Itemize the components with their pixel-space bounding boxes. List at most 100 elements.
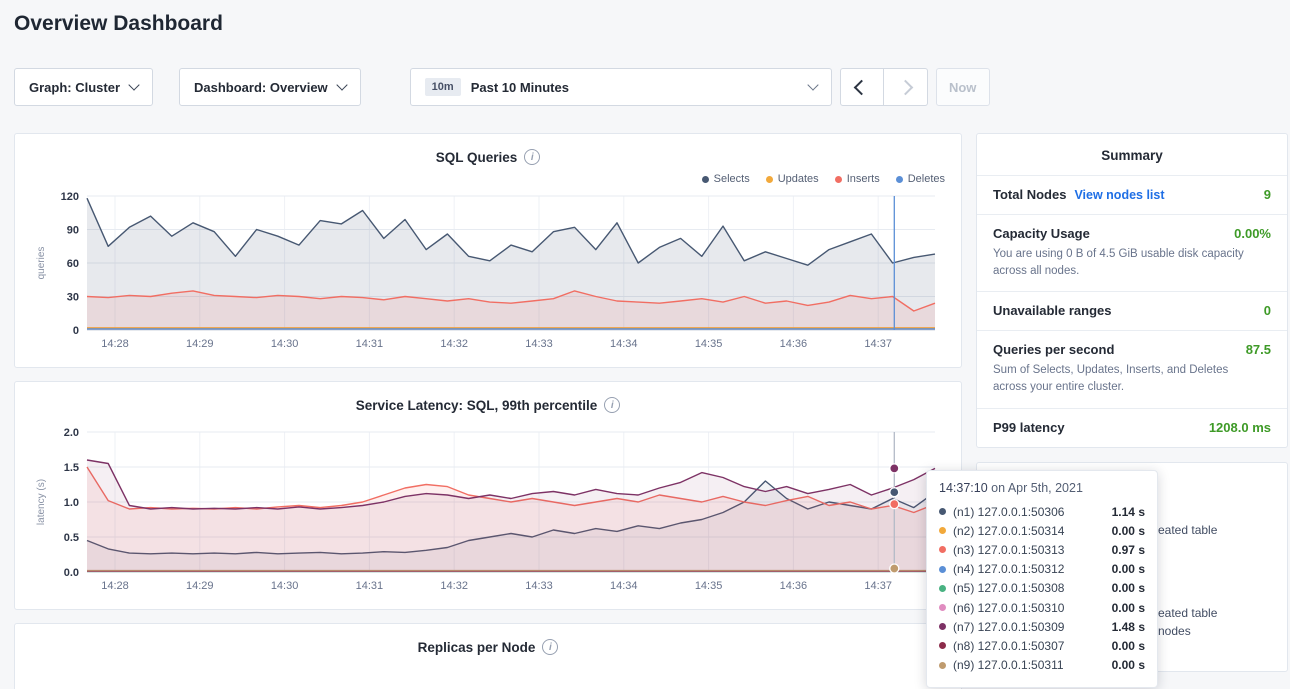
summary-value: 87.5 bbox=[1246, 342, 1271, 357]
node-color-dot bbox=[939, 546, 946, 553]
time-range-dropdown[interactable]: 10m Past 10 Minutes bbox=[410, 68, 832, 106]
sql-queries-chart[interactable]: 14:2814:2914:3014:3114:3214:3314:3414:35… bbox=[31, 188, 947, 354]
svg-text:14:35: 14:35 bbox=[695, 580, 723, 592]
svg-text:120: 120 bbox=[61, 191, 79, 203]
node-value: 1.14 s bbox=[1112, 505, 1145, 519]
event-item[interactable]: nodes bbox=[1158, 624, 1191, 638]
chart-header: SQL Queries bbox=[31, 146, 945, 168]
tooltip-row: (n9) 127.0.0.1:503110.00 s bbox=[939, 656, 1145, 675]
tooltip-timestamp: 14:37:10 on Apr 5th, 2021 bbox=[939, 481, 1145, 495]
node-color-dot bbox=[939, 527, 946, 534]
node-label: (n3) 127.0.0.1:50313 bbox=[953, 543, 1105, 557]
tooltip-time: 14:37:10 bbox=[939, 481, 988, 495]
legend-item-deletes[interactable]: Deletes bbox=[896, 173, 945, 185]
arrow-left-icon bbox=[854, 79, 870, 95]
series-dot bbox=[896, 176, 903, 183]
node-value: 0.00 s bbox=[1112, 562, 1145, 576]
node-value: 1.48 s bbox=[1112, 620, 1145, 634]
node-label: (n4) 127.0.0.1:50312 bbox=[953, 562, 1105, 576]
svg-text:14:36: 14:36 bbox=[780, 580, 808, 592]
svg-text:14:28: 14:28 bbox=[101, 338, 129, 350]
chevron-down-icon bbox=[807, 79, 818, 90]
legend-item-selects[interactable]: Selects bbox=[702, 173, 750, 185]
chart-title: SQL Queries bbox=[436, 150, 518, 165]
chart-legend: Selects Updates Inserts Deletes bbox=[31, 170, 945, 188]
legend-label: Selects bbox=[714, 173, 750, 185]
svg-text:14:31: 14:31 bbox=[356, 338, 384, 350]
toolbar: Graph: Cluster Dashboard: Overview 10m P… bbox=[14, 68, 990, 106]
node-value: 0.00 s bbox=[1112, 524, 1145, 538]
legend-label: Inserts bbox=[847, 173, 880, 185]
tooltip-row: (n1) 127.0.0.1:503061.14 s bbox=[939, 502, 1145, 521]
chevron-down-icon bbox=[336, 79, 347, 90]
tooltip-row: (n5) 127.0.0.1:503080.00 s bbox=[939, 579, 1145, 598]
tooltip-row: (n8) 127.0.0.1:503070.00 s bbox=[939, 636, 1145, 655]
summary-description: Sum of Selects, Updates, Inserts, and De… bbox=[993, 362, 1263, 395]
graph-dropdown-label: Graph: Cluster bbox=[29, 80, 120, 95]
svg-text:14:31: 14:31 bbox=[356, 580, 384, 592]
time-range-badge: 10m bbox=[425, 78, 461, 96]
node-label: (n2) 127.0.0.1:50314 bbox=[953, 524, 1105, 538]
svg-text:60: 60 bbox=[67, 258, 79, 270]
svg-text:90: 90 bbox=[67, 225, 79, 237]
svg-text:0.5: 0.5 bbox=[64, 532, 79, 544]
svg-text:14:35: 14:35 bbox=[695, 338, 723, 350]
tooltip-row: (n2) 127.0.0.1:50314 0.00 s bbox=[939, 521, 1145, 540]
svg-text:queries: queries bbox=[36, 247, 47, 280]
view-nodes-list-link[interactable]: View nodes list bbox=[1074, 188, 1164, 202]
dashboard-dropdown-label: Dashboard: Overview bbox=[194, 80, 328, 95]
svg-text:14:28: 14:28 bbox=[101, 580, 129, 592]
tooltip-date: on Apr 5th, 2021 bbox=[991, 481, 1083, 495]
svg-text:14:29: 14:29 bbox=[186, 580, 214, 592]
dashboard-dropdown[interactable]: Dashboard: Overview bbox=[179, 68, 361, 106]
summary-row-p99: P99 latency 1208.0 ms bbox=[977, 408, 1287, 447]
svg-text:0: 0 bbox=[73, 325, 79, 337]
info-icon[interactable] bbox=[604, 397, 620, 413]
event-item[interactable]: eated table bbox=[1158, 606, 1217, 620]
node-color-dot bbox=[939, 566, 946, 573]
summary-value: 1208.0 ms bbox=[1209, 420, 1271, 435]
page-title: Overview Dashboard bbox=[14, 12, 223, 36]
tooltip-row: (n6) 127.0.0.1:503100.00 s bbox=[939, 598, 1145, 617]
legend-item-updates[interactable]: Updates bbox=[766, 173, 819, 185]
svg-text:14:32: 14:32 bbox=[440, 338, 468, 350]
node-color-dot bbox=[939, 623, 946, 630]
summary-label: Capacity Usage bbox=[993, 226, 1090, 241]
svg-text:1.0: 1.0 bbox=[64, 497, 79, 509]
time-pager bbox=[840, 68, 928, 106]
svg-text:14:30: 14:30 bbox=[271, 580, 299, 592]
svg-text:14:36: 14:36 bbox=[780, 338, 808, 350]
series-dot bbox=[835, 176, 842, 183]
legend-label: Updates bbox=[778, 173, 819, 185]
summary-description: You are using 0 B of 4.5 GiB usable disk… bbox=[993, 246, 1263, 279]
tooltip-row: (n3) 127.0.0.1:503130.97 s bbox=[939, 540, 1145, 559]
chart-hover-tooltip: 14:37:10 on Apr 5th, 2021 (n1) 127.0.0.1… bbox=[926, 470, 1158, 688]
node-color-dot bbox=[939, 604, 946, 611]
info-icon[interactable] bbox=[542, 639, 558, 655]
summary-panel: Summary Total Nodes View nodes list 9 Ca… bbox=[976, 133, 1288, 448]
tooltip-row: (n7) 127.0.0.1:503091.48 s bbox=[939, 617, 1145, 636]
graph-dropdown[interactable]: Graph: Cluster bbox=[14, 68, 153, 106]
svg-text:14:30: 14:30 bbox=[271, 338, 299, 350]
time-next-button[interactable] bbox=[884, 68, 928, 106]
time-prev-button[interactable] bbox=[840, 68, 884, 106]
info-icon[interactable] bbox=[524, 149, 540, 165]
sql-latency-chart[interactable]: 14:2814:2914:3014:3114:3214:3314:3414:35… bbox=[31, 424, 947, 596]
sql-latency-chart-panel: Service Latency: SQL, 99th percentile 14… bbox=[14, 381, 962, 610]
summary-row-capacity: Capacity Usage 0.00% You are using 0 B o… bbox=[977, 214, 1287, 291]
svg-text:14:29: 14:29 bbox=[186, 338, 214, 350]
charts-column: SQL Queries Selects Updates Inserts Dele… bbox=[14, 133, 962, 689]
chart-title: Replicas per Node bbox=[418, 640, 536, 655]
svg-text:14:32: 14:32 bbox=[440, 580, 468, 592]
now-button[interactable]: Now bbox=[936, 68, 990, 106]
event-item[interactable]: eated table bbox=[1158, 523, 1217, 537]
legend-item-inserts[interactable]: Inserts bbox=[835, 173, 880, 185]
svg-text:14:37: 14:37 bbox=[864, 338, 892, 350]
node-value: 0.00 s bbox=[1112, 581, 1145, 595]
svg-text:1.5: 1.5 bbox=[64, 462, 79, 474]
svg-text:14:33: 14:33 bbox=[525, 338, 553, 350]
chart-title: Service Latency: SQL, 99th percentile bbox=[356, 398, 598, 413]
svg-text:14:37: 14:37 bbox=[864, 580, 892, 592]
arrow-right-icon bbox=[897, 79, 913, 95]
node-value: 0.00 s bbox=[1112, 601, 1145, 615]
